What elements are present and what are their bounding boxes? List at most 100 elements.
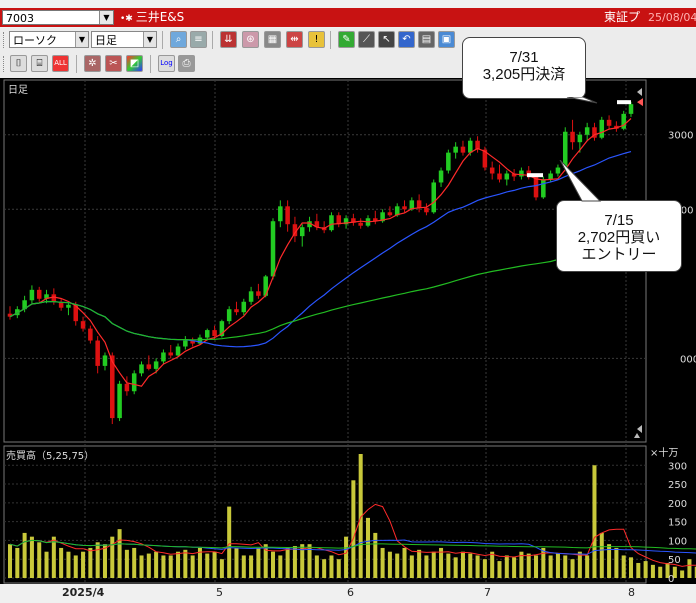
candle-body [431,182,437,213]
candle-shrink-icon[interactable]: ⌷ [10,55,27,72]
candle-body [124,383,130,392]
chevron-down-icon[interactable]: ▼ [143,32,156,47]
period-value: 日足 [95,34,117,47]
toolbar-grip[interactable] [3,32,7,48]
candle-body [278,206,283,222]
volume-bar [292,546,297,578]
volume-bar [555,553,560,578]
show-all-icon[interactable]: ALL [52,55,69,72]
volume-bar [687,559,692,578]
alert-icon[interactable]: ! [308,31,325,48]
toolbar-primary: ローソク ▼ 日足 ▼ ⌕ ≡ ⇊ ⊛ ▦ ⇹ ! ✎ ⟋ ↖ ↶ ▤ ▣ [0,28,696,52]
price-tick-label: 000 [680,354,696,365]
color-palette-icon[interactable]: ◩ [126,55,143,72]
chart-type-value: ローソク [13,34,57,47]
volume-bar [73,555,78,578]
volume-bar [124,549,129,578]
volume-tick-label: 200 [668,499,687,510]
zoom-icon[interactable]: ⌕ [170,31,187,48]
volume-bar [132,547,137,578]
volume-tick-label: 50 [668,555,681,566]
stock-name-text: 三井E&S [135,10,185,24]
log-scale-icon[interactable]: Log [158,55,175,72]
volume-bar [417,549,422,578]
candle-body [489,167,495,174]
volume-bar [351,480,356,578]
chart-type-select[interactable]: ローソク ▼ [9,31,89,48]
candle-body [628,104,634,114]
volume-bar [446,553,451,578]
volume-bar [643,561,648,578]
volume-bar [110,536,115,578]
split-icon[interactable]: ⇹ [286,31,303,48]
volume-bar [570,559,575,578]
volume-bar [373,532,378,578]
volume-bar [285,547,290,578]
period-select[interactable]: 日足 ▼ [91,31,157,48]
candle-expand-icon[interactable]: ⌸ [31,55,48,72]
undo-icon[interactable]: ↶ [398,31,415,48]
volume-bar [541,547,546,578]
volume-bar [241,555,246,578]
volume-bar [424,555,429,578]
candle-body [183,340,188,347]
candle-body [424,207,429,213]
volume-bar [534,555,539,578]
volume-tick-label: 300 [668,461,687,472]
toolbar-separator [212,31,213,49]
candle-body [226,309,232,322]
screenshot-icon[interactable]: ▣ [438,31,455,48]
chart-area[interactable]: 30002500000 300250200150100500 日足 売買高（5,… [0,78,696,584]
candle-body [358,222,363,226]
volume-bar [51,536,56,578]
grid-icon[interactable]: ▦ [264,31,281,48]
candle-body [95,340,100,366]
compare-icon[interactable]: ⇊ [220,31,237,48]
candle-body [438,170,444,183]
memo-icon[interactable]: ▤ [418,31,435,48]
toolbar-separator [330,31,331,49]
volume-bar [658,566,663,578]
volume-bar [37,542,42,578]
volume-bar [234,547,239,578]
volume-bar [88,547,93,578]
toolbar-grip[interactable] [3,56,7,72]
line-tool-icon[interactable]: ⟋ [358,31,375,48]
volume-bar [599,532,604,578]
date-label-aug: 8 [628,586,635,599]
indicator-icon[interactable]: ⊛ [242,31,259,48]
volume-bar [7,544,13,578]
volume-bar [154,551,159,578]
chevron-down-icon[interactable]: ▼ [99,11,113,24]
cursor-icon[interactable]: ↖ [378,31,395,48]
exchange-label: 東証プ [604,10,641,24]
candle-body [153,361,159,369]
tools-icon[interactable]: ✂ [105,55,122,72]
settings-icon[interactable]: ≡ [190,31,207,48]
volume-bar [212,551,217,578]
candle-body [88,328,93,341]
candle-body [387,212,393,216]
volume-bar [380,547,385,578]
candle-body [584,127,590,135]
candle-body [175,346,181,356]
pencil-icon[interactable]: ✎ [338,31,355,48]
volume-bar [66,551,71,578]
volume-bar [59,547,64,578]
print-icon[interactable]: ⎙ [178,55,195,72]
entry-callout-label: エントリー [581,246,657,263]
volume-bar [271,551,276,578]
gear-icon[interactable]: ✲ [84,55,101,72]
entry-callout-pointer [559,160,602,202]
candle-body [161,352,166,362]
volume-bar [512,557,517,578]
date-label-may: 5 [216,586,223,599]
candle-body [541,179,546,198]
volume-bar [44,551,49,578]
stock-code-input[interactable]: 7003 ▼ [2,10,114,25]
volume-bar [168,555,173,578]
volume-bar [336,559,341,578]
volume-bar [314,555,319,578]
chevron-down-icon[interactable]: ▼ [75,32,88,47]
candle-body [204,330,210,338]
